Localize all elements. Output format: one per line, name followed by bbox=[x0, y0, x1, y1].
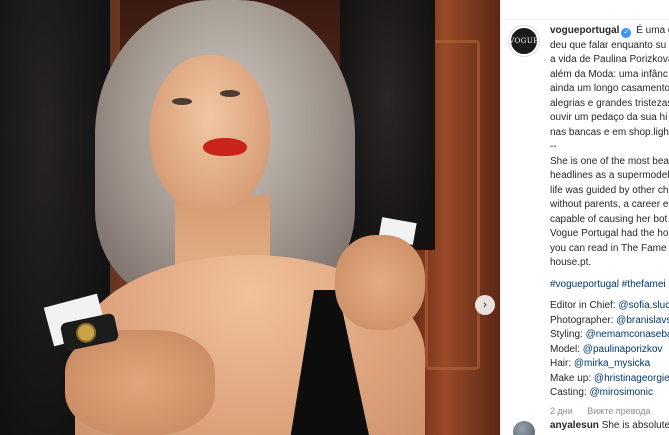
caption-meta: 2 дни Вижте превода bbox=[550, 404, 669, 419]
credit-label: Photographer: bbox=[550, 314, 614, 326]
credit-mention[interactable]: @hristinageorgie bbox=[594, 373, 669, 384]
credit-line: Casting: @mirosimonic bbox=[550, 386, 669, 401]
credit-line: Hair: @mirka_mysicka bbox=[550, 357, 669, 372]
eye-right bbox=[220, 90, 240, 97]
caption-line: a vida de Paulina Porizkova bbox=[550, 54, 669, 65]
watch-dial bbox=[74, 320, 98, 345]
face bbox=[150, 55, 270, 210]
comment-username[interactable]: anyalesun bbox=[550, 420, 599, 431]
credit-line: Make up: @hristinageorgie bbox=[550, 372, 669, 387]
caption-line: ouvir um pedaço da sua hi bbox=[550, 112, 668, 123]
caption-line: without parents, a career e bbox=[550, 199, 669, 210]
comment-text: anyalesun She is absolutely bbox=[550, 420, 669, 431]
caption-line: capable of causing her bot bbox=[550, 213, 668, 225]
credit-mention[interactable]: @sofia.sluca bbox=[618, 300, 669, 311]
caption-line: house.pt. bbox=[550, 257, 592, 268]
credit-label: Hair: bbox=[550, 358, 572, 369]
caption-line: -- bbox=[550, 141, 557, 152]
caption-line: She is one of the most bea bbox=[550, 155, 669, 167]
caption-line: Vogue Portugal had the ho bbox=[550, 228, 669, 239]
hand-on-shoulder bbox=[335, 235, 425, 330]
chevron-right-icon: › bbox=[483, 299, 487, 311]
post-sidebar: VOGUE vogueportugal✓ É uma d deu que fal… bbox=[500, 0, 669, 435]
avatar-logo-text: VOGUE bbox=[509, 37, 539, 45]
credit-line: Model: @paulinaporizkov bbox=[550, 343, 669, 358]
comment: anyalesun She is absolutely bbox=[509, 418, 669, 435]
credit-label: Styling: bbox=[550, 329, 583, 340]
credit-line: Photographer: @branislavs bbox=[550, 314, 669, 329]
credit-mention[interactable]: @mirosimonic bbox=[589, 387, 653, 398]
post-photo[interactable] bbox=[0, 0, 500, 435]
comment-body: She is absolutely bbox=[601, 420, 669, 431]
credit-mention[interactable]: @mirka_mysicka bbox=[574, 358, 650, 369]
timestamp[interactable]: 2 дни bbox=[550, 406, 573, 416]
caption-first-line: vogueportugal✓ É uma d bbox=[550, 24, 669, 39]
credit-line: Editor in Chief: @sofia.sluca bbox=[550, 299, 669, 314]
next-image-button[interactable]: › bbox=[475, 295, 495, 315]
credit-line: Styling: @nemamconaseba bbox=[550, 328, 669, 343]
hashtags[interactable]: #vogueportugal #thefamei bbox=[550, 278, 669, 293]
see-translation-link[interactable]: Вижте превода bbox=[587, 406, 650, 416]
credit-label: Model: bbox=[550, 343, 581, 355]
credit-mention[interactable]: @branislavs bbox=[616, 315, 669, 326]
credit-label: Editor in Chief: bbox=[550, 300, 616, 311]
credit-label: Make up: bbox=[550, 372, 592, 384]
caption-line: É uma d bbox=[636, 25, 669, 36]
caption-line: além da Moda: uma infânc bbox=[550, 68, 668, 80]
caption-line: alegrias e grandes tristezas bbox=[550, 97, 669, 109]
caption-line: deu que falar enquanto su bbox=[550, 39, 667, 51]
credit-mention[interactable]: @nemamconaseba bbox=[586, 329, 669, 340]
credit-mention[interactable]: @paulinaporizkov bbox=[583, 344, 663, 355]
caption-text: vogueportugal✓ É uma d deu que falar enq… bbox=[550, 24, 669, 418]
caption-line: headlines as a supermodel bbox=[550, 170, 669, 181]
caption-line: nas bancas e em shop.light bbox=[550, 126, 669, 138]
eye-left bbox=[172, 98, 192, 105]
credit-label: Casting: bbox=[550, 387, 587, 398]
caption-line: life was guided by other ch bbox=[550, 184, 669, 196]
caption-line: you can read in The Fame bbox=[550, 242, 667, 254]
lips bbox=[203, 138, 247, 156]
username-link[interactable]: vogueportugal bbox=[550, 25, 619, 36]
avatar[interactable]: VOGUE bbox=[509, 26, 539, 56]
avatar[interactable] bbox=[513, 421, 535, 435]
caption-line: ainda um longo casamento bbox=[550, 83, 669, 94]
verified-badge-icon: ✓ bbox=[621, 28, 632, 38]
post-header-strip bbox=[501, 0, 669, 20]
